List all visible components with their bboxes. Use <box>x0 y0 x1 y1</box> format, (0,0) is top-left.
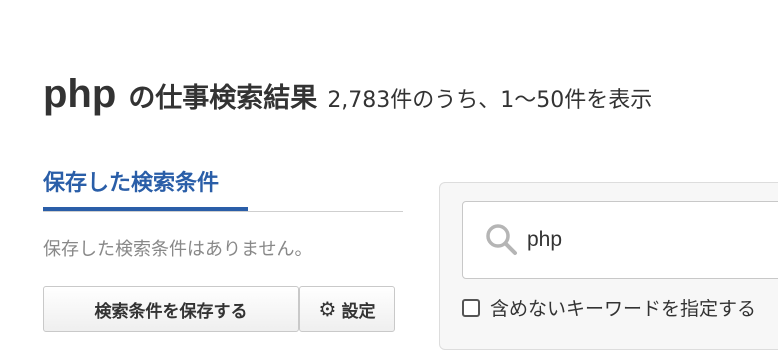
exclude-keywords-label: 含めないキーワードを指定する <box>490 298 757 320</box>
tab-saved-searches[interactable]: 保存した検索条件 <box>43 165 248 211</box>
results-title-suffix: の仕事検索結果 <box>128 83 318 114</box>
page-title: php の仕事検索結果 2,783件のうち、1〜50件を表示 <box>43 72 652 117</box>
search-input[interactable] <box>527 224 767 256</box>
gear-icon: ⚙ <box>318 297 337 321</box>
settings-button[interactable]: ⚙ 設定 <box>299 286 395 332</box>
search-results-page: php の仕事検索結果 2,783件のうち、1〜50件を表示 保存した検索条件 … <box>0 0 778 354</box>
settings-button-label: 設定 <box>341 301 376 322</box>
search-keyword-title: php <box>43 72 117 116</box>
saved-searches-empty-message: 保存した検索条件はありません。 <box>43 239 313 260</box>
tab-saved-searches-label: 保存した検索条件 <box>43 171 220 196</box>
tab-divider <box>43 211 403 212</box>
save-search-button[interactable]: 検索条件を保存する <box>43 286 299 332</box>
search-icon <box>486 224 517 255</box>
save-search-button-label: 検索条件を保存する <box>94 301 248 322</box>
exclude-keywords-toggle[interactable]: 含めないキーワードを指定する <box>462 294 756 321</box>
results-count: 2,783件のうち、1〜50件を表示 <box>327 88 653 113</box>
exclude-keywords-checkbox[interactable] <box>462 298 480 317</box>
